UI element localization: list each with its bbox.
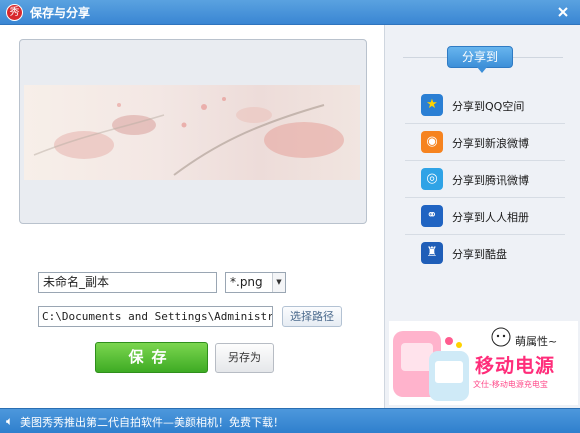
format-select[interactable]: *.png ▼ (225, 272, 286, 293)
status-link[interactable]: 美图秀秀推出第二代自拍软件—美颜相机！免费下载！ (20, 414, 284, 430)
chevron-down-icon[interactable]: ▼ (272, 273, 285, 292)
share-list: ★ 分享到QQ空间 ◉ 分享到新浪微博 ◎ 分享到腾讯微博 ⚭ 分享到人人相册 … (405, 87, 565, 272)
save-button[interactable]: 保存 (95, 342, 208, 373)
share-item-label: 分享到腾讯微博 (452, 174, 529, 187)
tencent-weibo-icon: ◎ (421, 168, 443, 190)
share-item-kupan[interactable]: ♜ 分享到酷盘 (405, 235, 565, 272)
filename-input[interactable]: 未命名_副本 (38, 272, 217, 293)
share-item-sina-weibo[interactable]: ◉ 分享到新浪微博 (405, 124, 565, 161)
ad-title: 移动电源 (475, 355, 556, 377)
share-sidebar: 分享到 ★ 分享到QQ空间 ◉ 分享到新浪微博 ◎ 分享到腾讯微博 ⚭ 分享到人… (384, 25, 580, 408)
ad-tag: 萌属性~ (515, 335, 558, 348)
save-as-button[interactable]: 另存为 (215, 343, 274, 373)
title-bar: 秀 保存与分享 (0, 0, 580, 25)
window-title: 保存与分享 (30, 6, 91, 20)
share-item-tencent-weibo[interactable]: ◎ 分享到腾讯微博 (405, 161, 565, 198)
share-item-label: 分享到新浪微博 (452, 137, 529, 150)
qzone-star-icon: ★ (421, 94, 443, 116)
image-preview-frame (19, 39, 367, 224)
close-button[interactable] (554, 3, 572, 21)
share-item-qzone[interactable]: ★ 分享到QQ空间 (405, 87, 565, 124)
status-bar: 🔈︎ 美图秀秀推出第二代自拍软件—美颜相机！免费下载！ (0, 408, 580, 433)
preview-image (24, 85, 360, 180)
share-item-label: 分享到酷盘 (452, 248, 507, 261)
meitu-logo-icon: 秀 (6, 4, 23, 21)
share-item-renren[interactable]: ⚭ 分享到人人相册 (405, 198, 565, 235)
ad-subtitle: 文仕-移动电源充电宝 (473, 380, 548, 389)
format-value: *.png (230, 275, 263, 289)
share-item-label: 分享到QQ空间 (452, 100, 525, 113)
sina-weibo-icon: ◉ (421, 131, 443, 153)
close-icon (558, 7, 568, 17)
renren-icon: ⚭ (421, 205, 443, 227)
speaker-icon: 🔈︎ (6, 414, 14, 428)
ad-banner[interactable]: 萌属性~ 移动电源 文仕-移动电源充电宝 (389, 321, 578, 405)
save-path-input[interactable]: C:\Documents and Settings\Administrator (38, 306, 273, 327)
share-item-label: 分享到人人相册 (452, 211, 529, 224)
share-header: 分享到 (447, 46, 513, 73)
browse-path-button[interactable]: 选择路径 (282, 306, 342, 327)
main-panel: 未命名_副本 *.png ▼ C:\Documents and Settings… (0, 25, 384, 408)
kupan-icon: ♜ (421, 242, 443, 264)
